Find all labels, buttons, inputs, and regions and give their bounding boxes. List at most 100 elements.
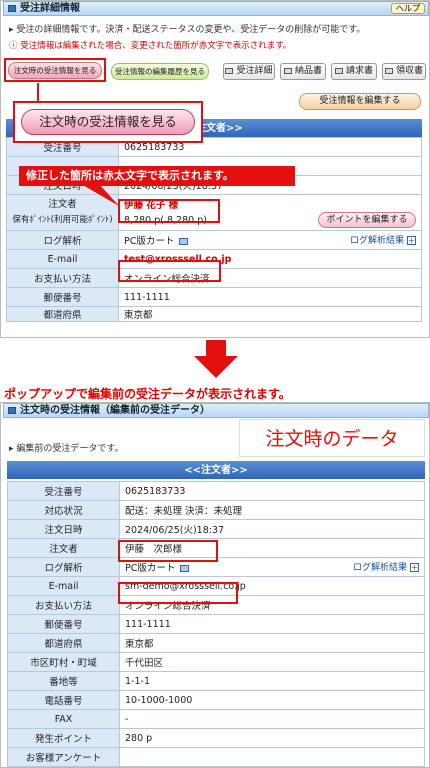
edit-order-button[interactable]: 受注情報を編集する — [299, 93, 421, 110]
table-row: 発生ポイント 280 p — [7, 728, 425, 748]
down-arrow-icon — [194, 340, 238, 378]
row-label: お支払い方法 — [6, 268, 119, 288]
point-label: 保有ﾎﾟｲﾝﾄ(利用可能ﾎﾟｲﾝﾄ) — [12, 215, 113, 225]
table-row: 市区町村・町域 千代田区 — [7, 652, 425, 672]
highlight-box — [118, 260, 221, 282]
row-label: 発生ポイント — [7, 728, 120, 748]
plus-icon: + — [407, 236, 416, 245]
row-value: 111-1111 — [119, 614, 425, 634]
warning-icon: ⓘ — [9, 41, 18, 51]
row-label: 注文者 — [7, 538, 120, 558]
middle-caption: ポップアップで編集前の受注データが表示されます。 — [4, 387, 291, 401]
connector-line — [37, 83, 39, 102]
plus-icon: + — [410, 563, 419, 572]
popup-title: 注文時の受注情報（編集前の受注データ） — [20, 405, 210, 416]
panel-icon — [8, 407, 16, 414]
table-row: ログ解析 PC版カート ログ解析結果 + — [6, 230, 422, 250]
row-label: 受注番号 — [7, 481, 120, 501]
monitor-icon — [180, 565, 190, 572]
printer-icon — [225, 68, 234, 74]
callout-arrow — [81, 184, 119, 206]
row-value — [119, 747, 425, 767]
zoomed-highlight: 注文時の受注情報を見る — [13, 101, 203, 143]
table-row: 注文日時 2024/06/25(火)18:37 — [7, 519, 425, 539]
popup-table-body: 受注番号 0625183733 対応状況 配送：未処理 決済：未処理 注文日時 2024/… — [7, 481, 425, 767]
row-value: PC版カート ログ解析結果 + — [118, 230, 422, 250]
row-value: 1-1-1 — [119, 671, 425, 691]
print-receipt-button[interactable]: 領収書 — [382, 63, 426, 80]
printer-icon — [384, 68, 393, 74]
row-label: 都道府県 — [6, 306, 119, 322]
row-value: 0625183733 — [119, 481, 425, 501]
zoomed-view-original-button[interactable]: 注文時の受注情報を見る — [21, 109, 195, 135]
print-detail-button[interactable]: 受注詳細 — [223, 63, 275, 80]
help-button[interactable]: ヘルプ — [391, 3, 425, 14]
print-invoice-button[interactable]: 請求書 — [331, 63, 377, 80]
data-badge: 注文時のデータ — [239, 419, 425, 457]
callout-banner: 修正した箇所は赤太文字で表示されます。 — [19, 166, 295, 186]
table-row: FAX - — [7, 709, 425, 729]
row-value: 280 p — [119, 728, 425, 748]
row-label: お支払い方法 — [7, 595, 120, 615]
log-value: PC版カート — [125, 563, 176, 574]
edit-history-button[interactable]: 受注情報の編集履歴を見る — [111, 63, 209, 80]
row-label: 注文日時 — [7, 519, 120, 539]
row-label: 電話番号 — [7, 690, 120, 710]
row-value: 2024/06/25(火)18:37 — [119, 519, 425, 539]
row-value: 配送：未処理 決済：未処理 — [119, 500, 425, 520]
highlight-box — [118, 540, 218, 562]
row-label: 郵便番号 — [7, 614, 120, 634]
log-value: PC版カート — [124, 236, 175, 247]
row-label: ログ解析 — [6, 230, 119, 250]
table-row: お客様アンケート — [7, 747, 425, 767]
log-result-link[interactable]: ログ解析結果 + — [350, 233, 416, 246]
row-value: 東京都 — [119, 633, 425, 653]
highlight-box — [118, 582, 238, 604]
log-result-link[interactable]: ログ解析結果 + — [353, 560, 419, 573]
panel-title: 受注詳細情報 — [20, 3, 80, 14]
popup-description-text: 編集前の受注データです。 — [16, 444, 124, 454]
popup-description: ▸ 編集前の受注データです。 — [9, 444, 124, 454]
monitor-icon — [179, 238, 189, 245]
view-original-button[interactable]: 注文時の受注情報を見る — [8, 62, 102, 79]
orderer-label: 注文者 — [48, 199, 77, 210]
table-row: 受注番号 0625183733 — [7, 481, 425, 501]
print-receipt-label: 領収書 — [395, 66, 423, 76]
row-value: 111-1111 — [118, 287, 422, 307]
highlight-box — [118, 199, 220, 223]
row-label: 郵便番号 — [6, 287, 119, 307]
row-label: E-mail — [7, 576, 120, 596]
row-value: 千代田区 — [119, 652, 425, 672]
print-delivery-label: 納品書 — [294, 66, 322, 76]
row-label: 都道府県 — [7, 633, 120, 653]
row-label: 番地等 — [7, 671, 120, 691]
print-delivery-button[interactable]: 納品書 — [280, 63, 326, 80]
description: ▸ 受注の詳細情報です。決済・配送ステータスの変更や、受注データの削除が可能です… — [9, 25, 366, 35]
popup-panel: 注文時の受注情報（編集前の受注データ） ▸ 編集前の受注データです。 注文時のデ… — [0, 402, 430, 768]
print-detail-label: 受注詳細 — [236, 66, 273, 76]
description-text: 受注の詳細情報です。決済・配送ステータスの変更や、受注データの削除が可能です。 — [16, 25, 366, 35]
printer-icon — [334, 68, 343, 74]
warning: ⓘ 受注情報は編集された場合、変更された箇所が赤文字で表示されます。 — [9, 39, 291, 51]
table-row: 番地等 1-1-1 — [7, 671, 425, 691]
row-label: ログ解析 — [7, 557, 120, 577]
popup-table: <<注文者>> 受注番号 0625183733 対応状況 配送：未処理 決済：未処理注… — [7, 461, 425, 767]
print-invoice-label: 請求書 — [345, 66, 373, 76]
top-panel: 受注詳細情報 ヘルプ ▸ 受注の詳細情報です。決済・配送ステータスの変更や、受注… — [0, 0, 430, 338]
log-result-label: ログ解析結果 — [352, 563, 407, 573]
log-result-label: ログ解析結果 — [349, 236, 404, 246]
edit-points-button[interactable]: ポイントを編集する — [318, 212, 416, 228]
row-label: E-mail — [6, 249, 119, 269]
table-row: 郵便番号 111-1111 — [7, 614, 425, 634]
row-label: FAX — [7, 709, 120, 729]
warning-text: 受注情報は編集された場合、変更された箇所が赤文字で表示されます。 — [20, 41, 292, 51]
panel-title-bar: 受注詳細情報 ヘルプ — [3, 1, 429, 16]
row-value: 10-1000-1000 — [119, 690, 425, 710]
row-label: 対応状況 — [7, 500, 120, 520]
row-value: - — [119, 709, 425, 729]
table-row: 都道府県 東京都 — [6, 306, 422, 322]
popup-title-bar: 注文時の受注情報（編集前の受注データ） — [3, 403, 429, 418]
row-value: 東京都 — [118, 306, 422, 322]
table-header-text: 注文者>> — [196, 123, 243, 134]
table-row: 対応状況 配送：未処理 決済：未処理 — [7, 500, 425, 520]
